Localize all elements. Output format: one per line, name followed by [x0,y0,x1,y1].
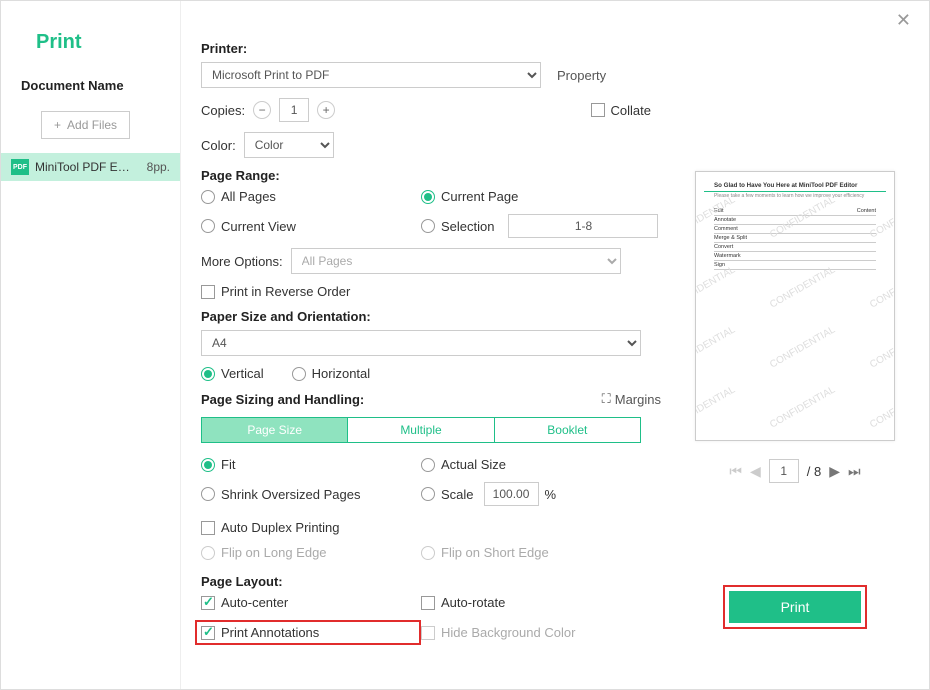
preview-pager: ⏮ ◀ / 8 ▶ ⏭ [729,459,860,483]
print-dialog: ✕ Print Document Name + Add Files PDF Mi… [0,0,930,690]
margins-icon: ⛶ [602,391,611,407]
sizing-label: Page Sizing and Handling: [201,392,364,407]
flip-long-label: Flip on Long Edge [221,545,327,560]
sizing-tabs: Page Size Multiple Booklet [201,417,641,443]
right-panel: So Glad to Have You Here at MiniTool PDF… [669,1,929,689]
current-page-label: Current Page [441,189,518,204]
current-view-radio[interactable] [201,219,215,233]
horizontal-label: Horizontal [312,366,371,381]
left-panel: Print Document Name + Add Files PDF Mini… [1,1,181,689]
selection-input[interactable] [508,214,658,238]
page-total: / 8 [807,464,821,479]
auto-center-label: Auto-center [221,595,288,610]
color-select[interactable]: Color [244,132,334,158]
first-page-button[interactable]: ⏮ [729,463,742,480]
copies-label: Copies: [201,103,245,118]
all-pages-label: All Pages [221,189,276,204]
file-pages: 8pp. [147,160,170,174]
auto-duplex-checkbox[interactable] [201,521,215,535]
shrink-radio[interactable] [201,487,215,501]
vertical-radio[interactable] [201,367,215,381]
color-label: Color: [201,138,236,153]
flip-short-label: Flip on Short Edge [441,545,549,560]
scale-label: Scale [441,487,474,502]
preview-title: So Glad to Have You Here at MiniTool PDF… [704,172,886,192]
print-button-highlight: Print [723,585,868,629]
scale-radio[interactable] [421,487,435,501]
document-name-label: Document Name [1,64,180,101]
vertical-label: Vertical [221,366,264,381]
add-files-button[interactable]: + Add Files [41,111,130,139]
reverse-order-label: Print in Reverse Order [221,284,350,299]
print-button[interactable]: Print [729,591,862,623]
hide-bg-label: Hide Background Color [441,625,575,640]
paper-label: Paper Size and Orientation: [201,309,661,324]
prev-page-button[interactable]: ◀ [750,463,761,480]
auto-rotate-checkbox[interactable] [421,596,435,610]
reverse-order-checkbox[interactable] [201,285,215,299]
horizontal-radio[interactable] [292,367,306,381]
margins-label: Margins [615,392,661,407]
selection-label: Selection [441,219,494,234]
add-files-label: Add Files [67,118,117,132]
auto-center-checkbox[interactable] [201,596,215,610]
page-input[interactable] [769,459,799,483]
more-options-label: More Options: [201,254,283,269]
flip-short-radio [421,546,435,560]
page-layout-label: Page Layout: [201,574,661,589]
margins-button[interactable]: ⛶ Margins [602,391,661,407]
collate-checkbox[interactable] [591,103,605,117]
file-name: MiniTool PDF E… [35,160,141,174]
auto-rotate-label: Auto-rotate [441,595,505,610]
auto-duplex-label: Auto Duplex Printing [221,520,340,535]
copies-decrement[interactable]: − [253,101,271,119]
print-preview: So Glad to Have You Here at MiniTool PDF… [695,171,895,441]
pdf-icon: PDF [11,159,29,175]
page-range-label: Page Range: [201,168,661,183]
tab-multiple[interactable]: Multiple [347,418,493,442]
next-page-button[interactable]: ▶ [829,463,840,480]
copies-increment[interactable]: + [317,101,335,119]
more-options-select[interactable]: All Pages [291,248,621,274]
all-pages-radio[interactable] [201,190,215,204]
shrink-label: Shrink Oversized Pages [221,487,360,502]
file-item[interactable]: PDF MiniTool PDF E… 8pp. [1,153,180,181]
paper-size-select[interactable]: A4 [201,330,641,356]
flip-long-radio [201,546,215,560]
fit-label: Fit [221,457,235,472]
hide-bg-checkbox [421,626,435,640]
print-annotations-label: Print Annotations [221,625,319,640]
current-page-radio[interactable] [421,190,435,204]
last-page-button[interactable]: ⏭ [848,463,861,480]
actual-size-radio[interactable] [421,458,435,472]
scale-input[interactable] [484,482,539,506]
fit-radio[interactable] [201,458,215,472]
selection-radio[interactable] [421,219,435,233]
plus-icon: + [54,118,61,132]
actual-size-label: Actual Size [441,457,506,472]
current-view-label: Current View [221,219,296,234]
printer-label: Printer: [201,41,661,56]
property-link[interactable]: Property [557,68,606,83]
percent-label: % [545,487,557,502]
close-button[interactable]: ✕ [890,9,917,32]
print-annotations-checkbox[interactable] [201,626,215,640]
tab-page-size[interactable]: Page Size [202,418,347,442]
printer-select[interactable]: Microsoft Print to PDF [201,62,541,88]
print-annotations-highlight: Print Annotations [195,620,421,645]
tab-booklet[interactable]: Booklet [494,418,640,442]
copies-input[interactable] [279,98,309,122]
collate-label: Collate [611,103,651,118]
main-panel: Printer: Microsoft Print to PDF Property… [181,1,669,689]
dialog-title: Print [1,21,180,64]
